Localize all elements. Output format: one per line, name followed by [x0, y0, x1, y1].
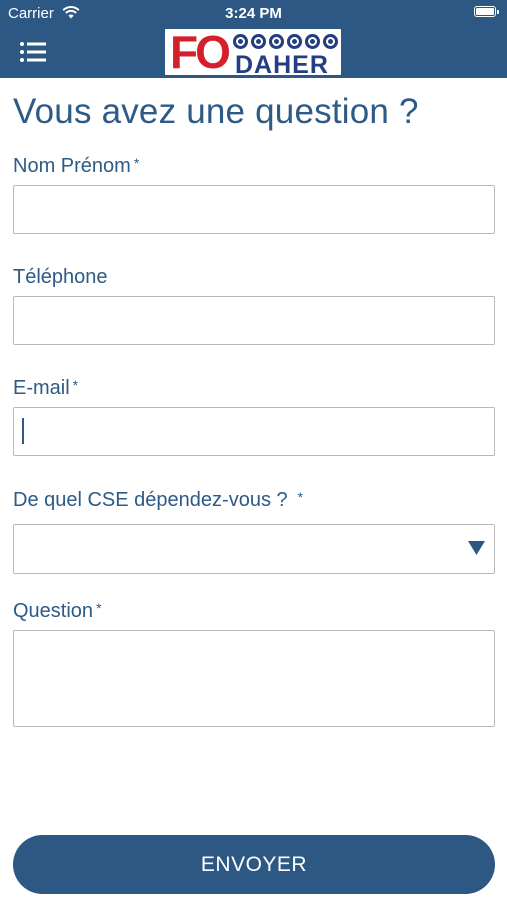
logo-name: DAHER: [235, 51, 329, 79]
battery-icon: [474, 6, 499, 17]
phone-input[interactable]: [13, 296, 495, 345]
logo-pictograms: [233, 34, 338, 50]
email-label: E-mail *: [13, 377, 79, 399]
cse-label: De quel CSE dépendez-vous ? *: [13, 489, 304, 511]
question-textarea[interactable]: [13, 630, 495, 727]
nav-bar: FO DAHER: [0, 26, 507, 79]
required-mark: *: [297, 489, 304, 505]
clock: 3:24 PM: [225, 5, 282, 22]
required-mark: *: [72, 377, 79, 393]
required-mark: *: [133, 155, 140, 171]
status-bar: Carrier 3:24 PM: [0, 0, 507, 27]
required-mark: *: [96, 600, 102, 616]
cse-select[interactable]: [13, 524, 495, 574]
fo-daher-logo: FO DAHER: [163, 26, 343, 79]
menu-icon[interactable]: [20, 41, 47, 63]
email-input[interactable]: [13, 407, 495, 456]
question-label: Question *: [13, 600, 102, 622]
name-input[interactable]: [13, 185, 495, 234]
text-cursor: [22, 418, 24, 444]
submit-button[interactable]: ENVOYER: [13, 835, 495, 894]
name-label: Nom Prénom *: [13, 155, 140, 177]
cse-select-wrapper: [13, 524, 495, 574]
logo-mark: FO: [170, 26, 231, 78]
page-title: Vous avez une question ?: [13, 92, 419, 131]
phone-label: Téléphone: [13, 266, 108, 288]
